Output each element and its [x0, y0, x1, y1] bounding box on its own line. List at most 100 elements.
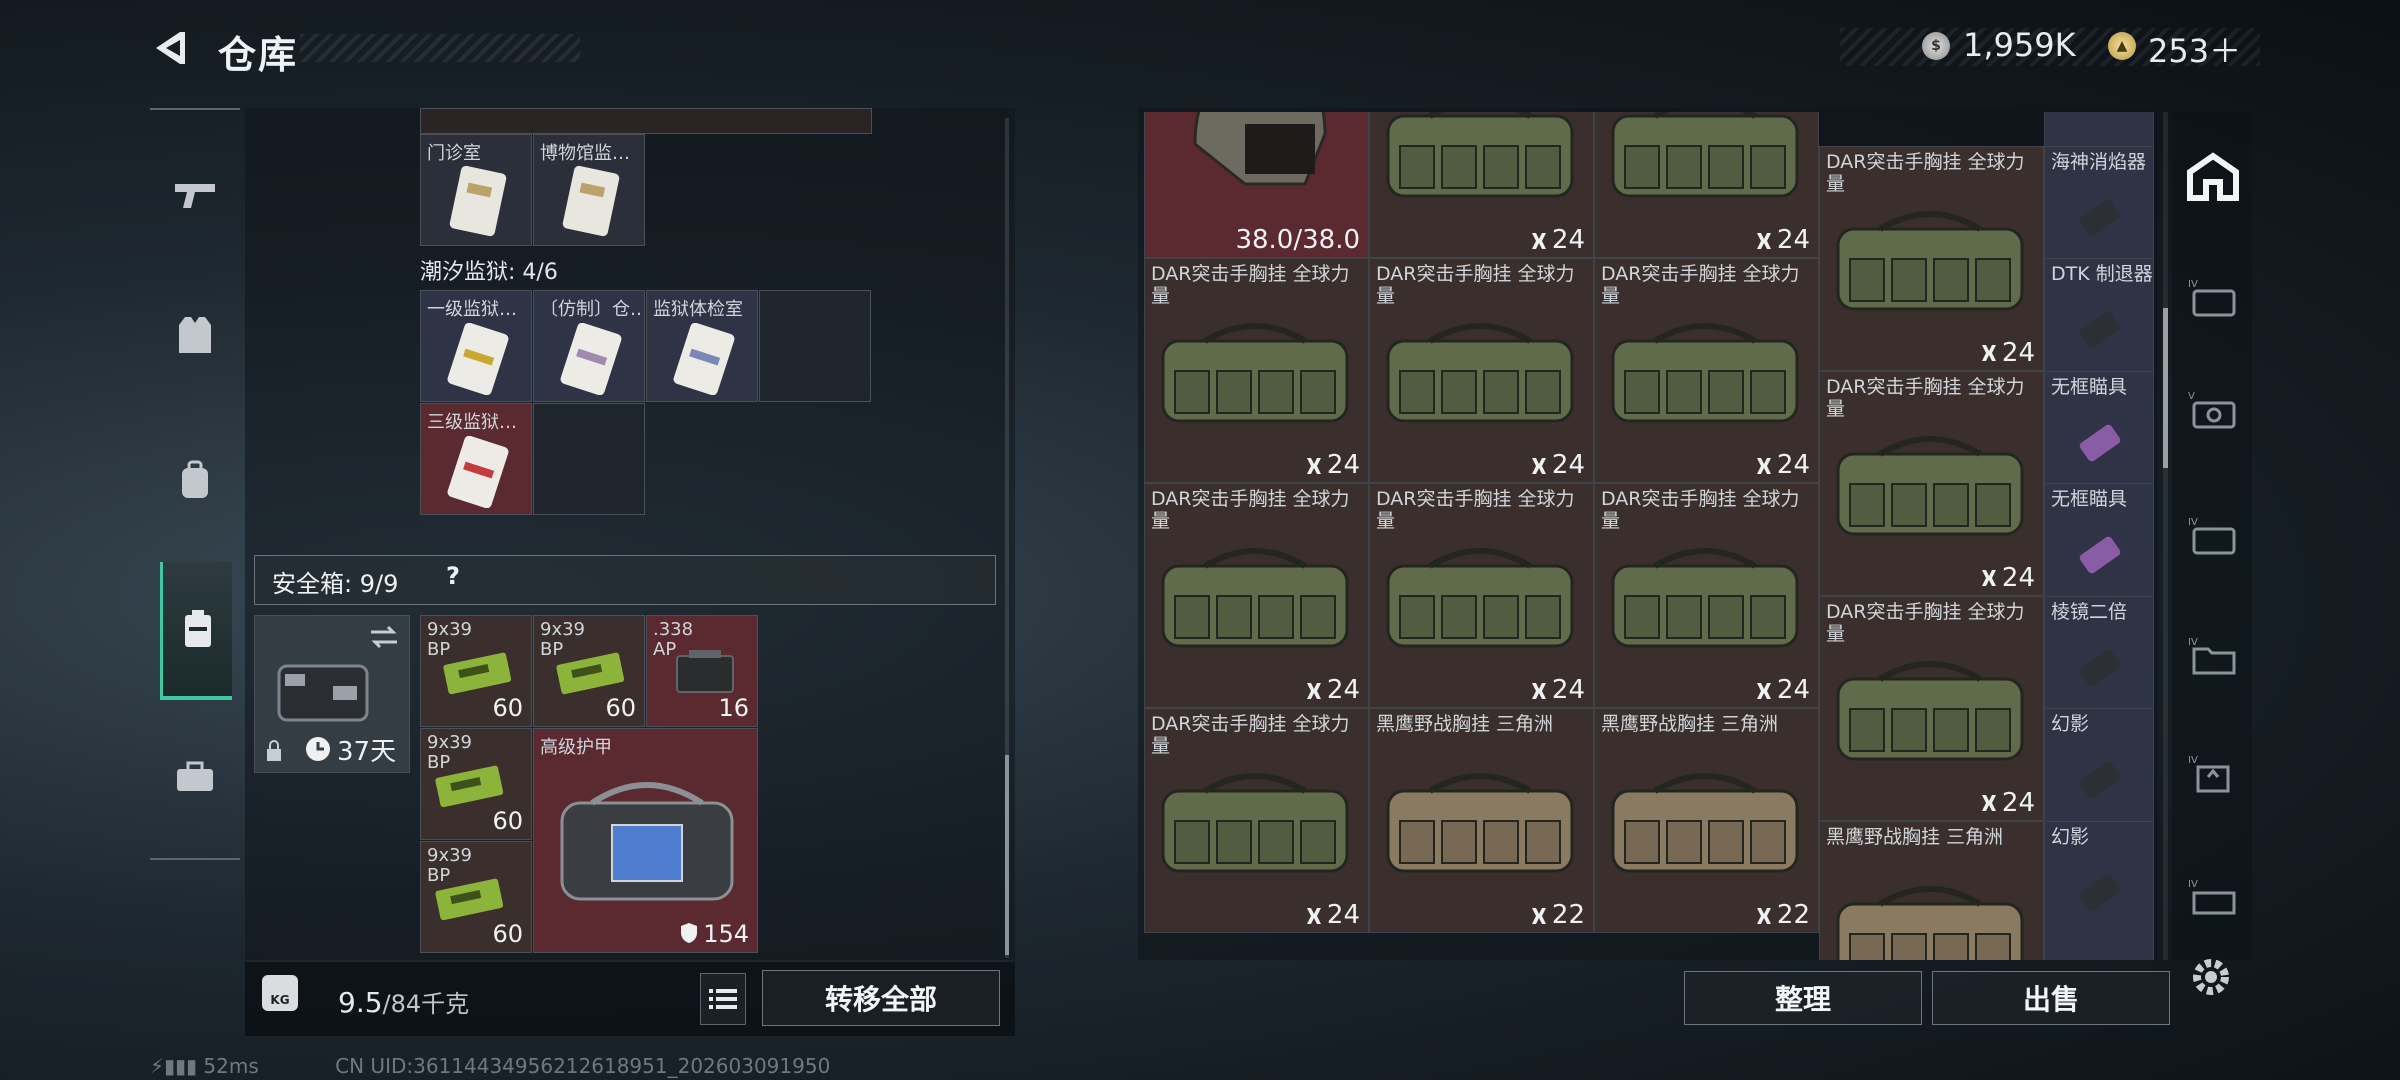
storage-tab-v[interactable]: V: [2180, 374, 2246, 444]
item-count: 38.0/38.0: [1235, 225, 1360, 256]
chest-rig-item[interactable]: DAR突击手胸挂 全球力量 24: [1369, 258, 1594, 484]
chest-rig-icon: [1611, 112, 1799, 198]
chest-rig-icon: [1161, 548, 1349, 648]
weight-class-icon: [1531, 907, 1546, 924]
item-label: DAR突击手胸挂 全球力量: [1151, 488, 1350, 533]
chest-rig-item[interactable]: 黑鹰野战胸挂 三角洲 22: [1594, 708, 1819, 934]
ammo-item[interactable]: 9x39 BP 60: [533, 615, 645, 727]
attachment-icon: [2079, 311, 2121, 349]
ammo-item[interactable]: .338 AP 16: [646, 615, 758, 727]
right-scrollbar-thumb[interactable]: [2163, 308, 2168, 468]
chest-rig-item[interactable]: 黑鹰野战胸挂 三角洲 22: [1369, 708, 1594, 934]
chest-rig-icon: [1161, 773, 1349, 873]
item-count: 60: [492, 694, 523, 722]
safe-box-container[interactable]: 37天: [254, 615, 410, 773]
safe-box-help-button[interactable]: ?: [446, 562, 460, 590]
item-label: DAR突击手胸挂 全球力量: [1601, 488, 1800, 533]
vest-category-button[interactable]: [160, 300, 230, 370]
right-scrollbar-track[interactable]: [2163, 112, 2168, 960]
armor-item[interactable]: 高级护甲 154: [533, 728, 758, 953]
chest-rig-icon: [1611, 773, 1799, 873]
storage-tab-vest[interactable]: IV: [2180, 738, 2246, 808]
keycard-icon: [560, 323, 622, 395]
helmet-item[interactable]: 三角洲38.0/38.0: [1144, 112, 1369, 259]
keycard-icon: [449, 165, 507, 237]
item-count: 60: [492, 807, 523, 835]
left-scrollbar-thumb[interactable]: [1005, 755, 1009, 955]
ammo-item[interactable]: 9x39 BP 60: [420, 728, 532, 840]
item-count: 24: [1530, 450, 1585, 480]
list-view-button[interactable]: [700, 973, 746, 1025]
keycard-item[interactable]: 〔仿制〕仓…: [533, 290, 645, 402]
chest-rig-item[interactable]: DAR突击手胸挂 全球力量 24: [1144, 483, 1369, 709]
chest-rig-item[interactable]: 全球力量24: [1369, 112, 1594, 259]
keycard-item[interactable]: 三级监狱…: [420, 403, 532, 515]
item-count: 22: [1755, 900, 1810, 930]
keycard-item[interactable]: 监狱体检室: [646, 290, 758, 402]
weight-class-icon: [1306, 682, 1321, 699]
gold-coin-icon: ▲: [2108, 32, 2136, 60]
weight-class-icon: [1981, 795, 1996, 812]
item-label: 幻影: [2051, 713, 2090, 736]
item-label: DTK 制退器: [2051, 263, 2153, 286]
keycard-icon: [673, 323, 735, 395]
weapon-category-button[interactable]: [160, 160, 230, 230]
sell-button[interactable]: 出售: [1932, 971, 2170, 1025]
item-count: 60: [605, 694, 636, 722]
chest-rig-item[interactable]: DAR突击手胸挂 全球力量 24: [1144, 258, 1369, 484]
keycard-item[interactable]: 一级监狱…: [420, 290, 532, 402]
chest-rig-item[interactable]: 全球力量24: [1594, 112, 1819, 259]
safe-box-icon: [184, 610, 211, 647]
chest-rig-item[interactable]: DAR突击手胸挂 全球力量 24: [1369, 483, 1594, 709]
status-bar: ⚡▮▮▮ 52ms CN UID:36114434956212618951_20…: [150, 1054, 830, 1078]
ammo-item[interactable]: 9x39 BP 60: [420, 841, 532, 953]
toolbox-category-button[interactable]: [160, 742, 230, 812]
item-count: 24: [1980, 788, 2035, 818]
storage-tab-case[interactable]: IV: [2180, 862, 2246, 932]
chest-rig-icon: [1611, 548, 1799, 648]
weight-class-icon: [1531, 457, 1546, 474]
settings-gear-icon[interactable]: [2186, 952, 2236, 1002]
item-label: DAR突击手胸挂 全球力量: [1151, 263, 1350, 308]
backpack-category-button[interactable]: [160, 445, 230, 515]
chest-rig-item[interactable]: DAR突击手胸挂 全球力量 24: [1594, 483, 1819, 709]
case-icon: IV: [2188, 879, 2236, 915]
chest-rig-item[interactable]: 黑鹰野战胸挂 三角洲: [1819, 820, 2044, 960]
swap-icon[interactable]: [369, 624, 399, 650]
chest-rig-icon: [1836, 885, 2024, 960]
weapon-box-icon: IV: [2188, 517, 2236, 555]
attachment-icon: [2079, 424, 2121, 462]
attachment-icon: [2079, 199, 2121, 237]
chest-rig-item[interactable]: DAR突击手胸挂 全球力量 24: [1144, 708, 1369, 934]
warehouse-tab-active[interactable]: [2180, 142, 2246, 212]
title-decoration: [300, 34, 580, 62]
chest-rig-item[interactable]: DAR突击手胸挂 全球力量 24: [1819, 370, 2044, 596]
keycard-item[interactable]: 门诊室: [420, 134, 532, 246]
container-category-button[interactable]: [160, 562, 232, 700]
sort-button[interactable]: 整理: [1684, 971, 1922, 1025]
item-label: 棱镜二倍: [2051, 600, 2128, 623]
empty-slot[interactable]: [759, 290, 871, 402]
chest-rig-icon: [1161, 323, 1349, 423]
item-count: 24: [1755, 450, 1810, 480]
chest-rig-item[interactable]: DAR突击手胸挂 全球力量 24: [1819, 595, 2044, 821]
clipped-item-row[interactable]: [420, 108, 872, 134]
chest-rig-item[interactable]: DAR突击手胸挂 全球力量 24: [1819, 145, 2044, 371]
storage-tab-weapon[interactable]: IV: [2180, 500, 2246, 570]
chest-rig-icon: [1836, 210, 2024, 311]
gold-currency-value[interactable]: 253＋: [2148, 26, 2241, 72]
storage-tab-4[interactable]: IV: [2180, 262, 2246, 332]
back-arrow-icon[interactable]: [150, 28, 190, 68]
ammo-item[interactable]: 9x39 BP 60: [420, 615, 532, 727]
storage-tab-folder[interactable]: IV: [2180, 620, 2246, 690]
transfer-all-button[interactable]: 转移全部: [762, 970, 1000, 1026]
attachment-item[interactable]: 幻影: [2044, 820, 2154, 960]
chest-rig-item[interactable]: DAR突击手胸挂 全球力量 24: [1594, 258, 1819, 484]
empty-slot[interactable]: [533, 403, 645, 515]
keycard-item[interactable]: 博物馆监…: [533, 134, 645, 246]
item-label: 高级护甲: [540, 737, 612, 758]
left-category-nav: [150, 108, 240, 860]
weight-class-icon: [1756, 457, 1771, 474]
chest-rig-icon: [1611, 323, 1799, 423]
keycard-icon: [562, 165, 620, 237]
